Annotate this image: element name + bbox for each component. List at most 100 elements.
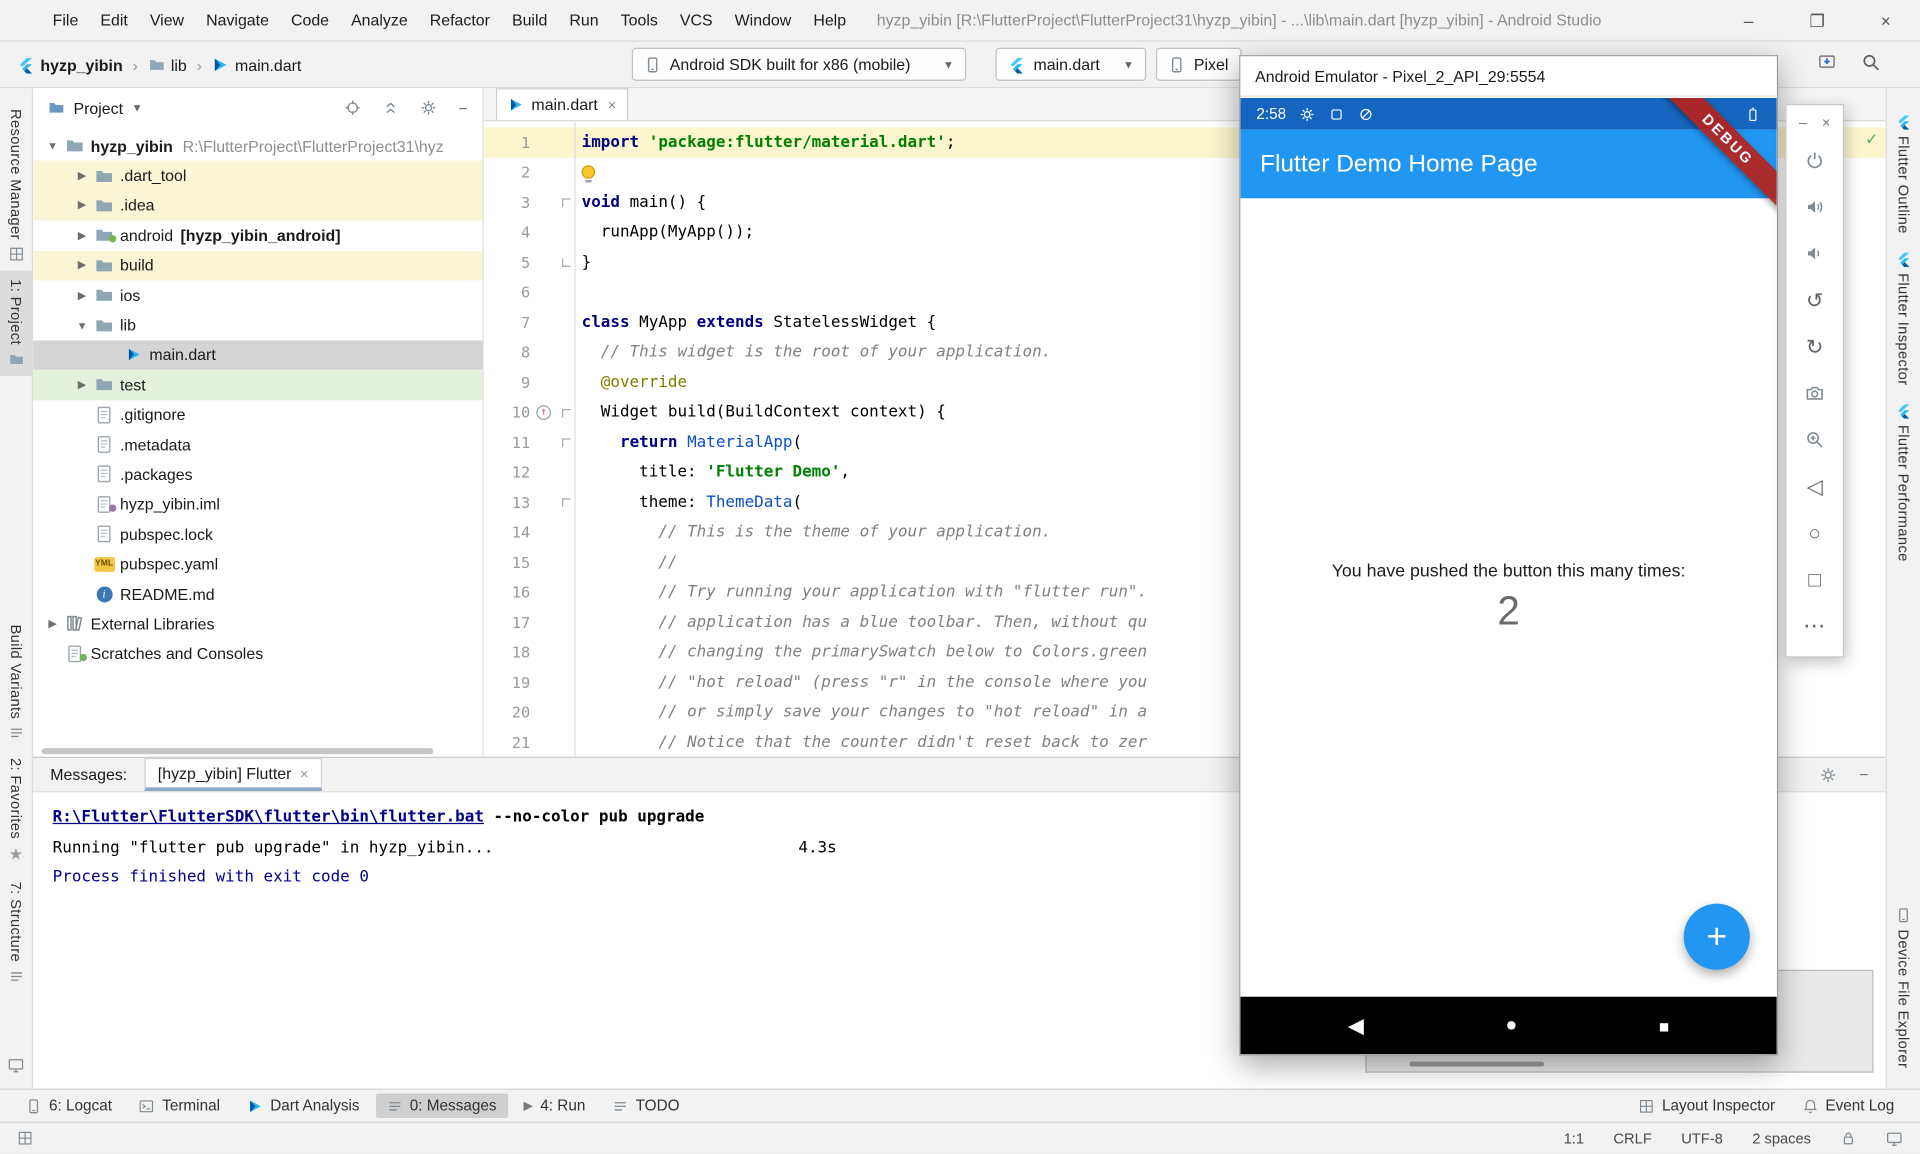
line-number[interactable]: 11 xyxy=(484,433,531,451)
tree-item-android[interactable]: ▶android[hyzp_yibin_android] xyxy=(33,221,482,251)
attach-debugger-icon[interactable] xyxy=(1817,53,1837,73)
tool-button-terminal[interactable]: Terminal xyxy=(128,1093,231,1117)
tool-button-todo[interactable]: TODO xyxy=(601,1093,690,1117)
tree-item-external-libraries[interactable]: ▶External Libraries xyxy=(33,609,482,639)
fold-marker[interactable] xyxy=(562,258,571,267)
line-number[interactable]: 9 xyxy=(484,373,531,391)
menu-navigate[interactable]: Navigate xyxy=(195,0,280,41)
toolwindow-switcher-icon[interactable] xyxy=(17,1130,33,1146)
menu-build[interactable]: Build xyxy=(501,0,558,41)
tree-item-lib[interactable]: ▼lib xyxy=(33,310,482,340)
tree-item-scratches-and-consoles[interactable]: Scratches and Consoles xyxy=(33,639,482,669)
tree-item-metadata[interactable]: .metadata xyxy=(33,430,482,460)
hide-panel-icon[interactable]: − xyxy=(1859,765,1868,783)
locate-file-icon[interactable] xyxy=(345,99,362,116)
line-number[interactable]: 19 xyxy=(484,673,531,691)
scrollbar-thumb[interactable] xyxy=(1409,1062,1544,1067)
minimize-icon[interactable]: – xyxy=(1799,114,1807,131)
emulator-back-button[interactable]: ◁ xyxy=(1787,463,1843,510)
tool-button-flutter-outline[interactable]: Flutter Outline xyxy=(1887,105,1920,242)
menu-help[interactable]: Help xyxy=(802,0,857,41)
console-link[interactable]: R:\Flutter\FlutterSDK\flutter\bin\flutte… xyxy=(53,808,484,826)
editor-tab-main-dart[interactable]: main.dart × xyxy=(496,88,629,120)
emulator-rotate-right-button[interactable]: ↻ xyxy=(1787,323,1843,370)
tool-button-flutter-performance[interactable]: Flutter Performance xyxy=(1887,394,1920,570)
menu-window[interactable]: Window xyxy=(724,0,803,41)
nav-home-icon[interactable]: ● xyxy=(1505,1014,1517,1036)
chevron-right-icon[interactable]: ▶ xyxy=(72,199,92,212)
tree-item-test[interactable]: ▶test xyxy=(33,370,482,400)
collapse-all-icon[interactable] xyxy=(383,99,400,116)
fold-marker[interactable] xyxy=(562,438,571,447)
menu-tools[interactable]: Tools xyxy=(610,0,669,41)
breadcrumb-lib[interactable]: lib xyxy=(145,56,189,74)
line-number[interactable]: 18 xyxy=(484,643,531,661)
tool-button-4-run[interactable]: ▶4: Run xyxy=(512,1093,596,1117)
search-icon[interactable] xyxy=(1861,53,1881,73)
tree-item-ios[interactable]: ▶ios xyxy=(33,280,482,310)
emulator-zoom-button[interactable] xyxy=(1787,416,1843,463)
gear-icon[interactable] xyxy=(1820,766,1837,783)
chevron-down-icon[interactable]: ▼ xyxy=(43,140,63,152)
fold-marker[interactable] xyxy=(562,498,571,507)
pixel-device-selector[interactable]: Pixel xyxy=(1156,48,1242,81)
tree-item-gitignore[interactable]: .gitignore xyxy=(33,400,482,430)
line-number[interactable]: 7 xyxy=(484,313,531,331)
chevron-down-icon[interactable]: ▼ xyxy=(72,319,92,331)
line-number[interactable]: 5 xyxy=(484,253,531,271)
close-tab-icon[interactable]: × xyxy=(608,96,617,113)
line-number[interactable]: 3 xyxy=(484,193,531,211)
emulator-rotate-left-button[interactable]: ↺ xyxy=(1787,277,1843,324)
tool-button-1-project[interactable]: 1: Project xyxy=(0,270,32,375)
menu-refactor[interactable]: Refactor xyxy=(419,0,501,41)
run-config-selector[interactable]: main.dart ▼ xyxy=(996,48,1147,81)
close-icon[interactable]: × xyxy=(1822,114,1831,131)
menu-vcs[interactable]: VCS xyxy=(669,0,724,41)
emulator-screen[interactable]: 2:58 Flutter Demo Home Page DEBUG You ha… xyxy=(1240,98,1776,1054)
line-number[interactable]: 17 xyxy=(484,613,531,631)
menu-run[interactable]: Run xyxy=(558,0,609,41)
tool-button-flutter-inspector[interactable]: Flutter Inspector xyxy=(1887,242,1920,394)
maximize-icon[interactable]: ❐ xyxy=(1783,0,1852,42)
nav-overview-icon[interactable]: ■ xyxy=(1659,1016,1669,1036)
tree-item-hyzp-yibin[interactable]: ▼hyzp_yibinR:\FlutterProject\FlutterProj… xyxy=(33,131,482,161)
emulator-camera-button[interactable] xyxy=(1787,370,1843,417)
gear-icon[interactable] xyxy=(421,99,438,116)
project-view-selector[interactable]: Project ▼ xyxy=(48,99,143,117)
caret-position[interactable]: 1:1 xyxy=(1564,1130,1584,1147)
menu-code[interactable]: Code xyxy=(280,0,340,41)
line-number[interactable]: 12 xyxy=(484,463,531,481)
tree-item-idea[interactable]: ▶.idea xyxy=(33,191,482,221)
tool-button-layout-inspector[interactable]: Layout Inspector xyxy=(1628,1093,1786,1117)
breadcrumb-hyzp-yibin[interactable]: hyzp_yibin xyxy=(15,56,125,74)
fold-marker[interactable] xyxy=(562,198,571,207)
chevron-right-icon[interactable]: ▶ xyxy=(72,229,92,242)
chevron-right-icon[interactable]: ▶ xyxy=(72,169,92,182)
chevron-right-icon[interactable]: ▶ xyxy=(43,617,63,630)
chevron-right-icon[interactable]: ▶ xyxy=(72,259,92,272)
line-number[interactable]: 21 xyxy=(484,733,531,751)
nav-back-icon[interactable]: ◀ xyxy=(1348,1013,1364,1037)
line-number[interactable]: 4 xyxy=(484,223,531,241)
emulator-power-button[interactable] xyxy=(1787,137,1843,184)
chevron-right-icon[interactable]: ▶ xyxy=(72,289,92,302)
indent-size[interactable]: 2 spaces xyxy=(1752,1130,1811,1147)
intention-bulb-icon[interactable] xyxy=(582,166,595,179)
tool-button-build-variants[interactable]: Build Variants xyxy=(0,615,32,749)
line-number[interactable]: 10 xyxy=(484,403,531,421)
encoding[interactable]: UTF-8 xyxy=(1681,1130,1723,1147)
line-number[interactable]: 14 xyxy=(484,523,531,541)
close-tab-icon[interactable]: × xyxy=(300,765,309,782)
chevron-right-icon[interactable]: ▶ xyxy=(72,378,92,391)
tool-button-device-file-explorer[interactable]: Device File Explorer xyxy=(1887,898,1920,1076)
tool-button-resource-manager[interactable]: Resource Manager xyxy=(0,100,32,270)
emulator-more-button[interactable]: ⋯ xyxy=(1787,602,1843,649)
tool-button-7-structure[interactable]: 7: Structure xyxy=(0,873,32,993)
menu-file[interactable]: File xyxy=(42,0,90,41)
line-number[interactable]: 20 xyxy=(484,703,531,721)
fab-add-button[interactable]: + xyxy=(1684,904,1750,970)
line-number[interactable]: 13 xyxy=(484,493,531,511)
device-selector[interactable]: Android SDK built for x86 (mobile) ▼ xyxy=(632,48,966,81)
toolwindow-switcher-icon[interactable] xyxy=(7,1055,24,1074)
messages-flutter-tab[interactable]: [hyzp_yibin] Flutter × xyxy=(144,758,322,791)
